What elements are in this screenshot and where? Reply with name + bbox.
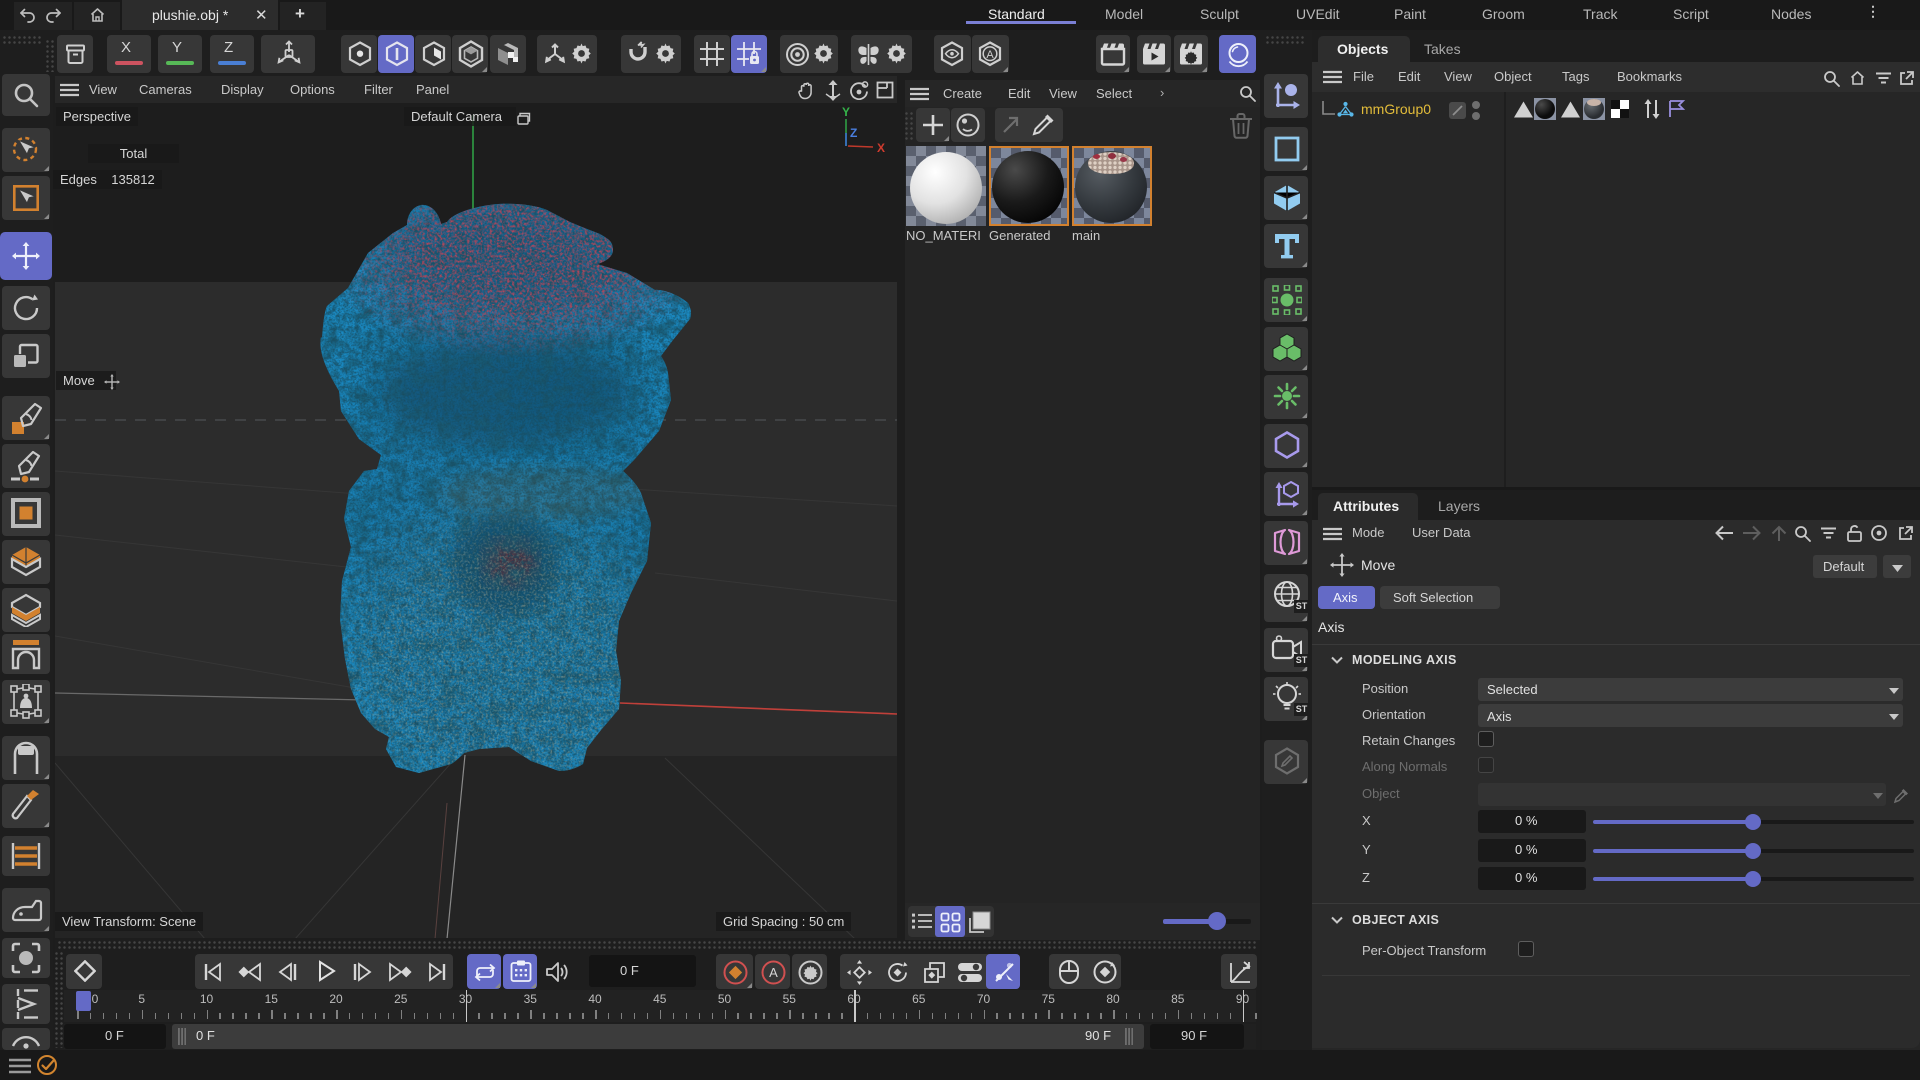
svg-text:X: X [877, 141, 885, 155]
svg-text:A: A [769, 965, 778, 980]
svg-text:Y: Y [842, 105, 850, 119]
svg-text:Z: Z [850, 126, 857, 140]
svg-text:A: A [986, 49, 994, 61]
